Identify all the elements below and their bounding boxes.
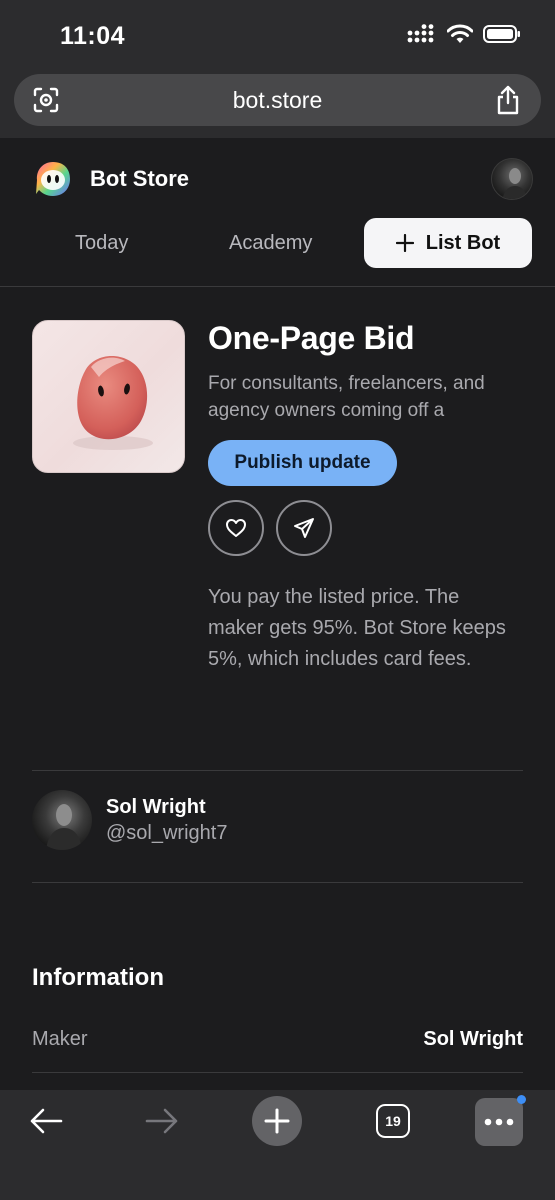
tab-count: 19 — [385, 1113, 401, 1129]
product-blob-illustration — [73, 356, 153, 450]
browser-chrome: bot.store — [0, 70, 555, 138]
tabs-icon: 19 — [376, 1104, 410, 1138]
info-row-value[interactable]: Sol Wright — [423, 1028, 523, 1051]
list-bot-button[interactable]: List Bot — [364, 218, 532, 268]
bot-store-logo — [36, 162, 70, 196]
send-icon — [294, 518, 314, 538]
maker-avatar[interactable] — [32, 790, 92, 850]
divider — [32, 882, 523, 883]
information-heading: Information — [32, 964, 164, 991]
plus-icon — [264, 1108, 290, 1134]
more-icon — [484, 1118, 514, 1126]
divider — [0, 286, 555, 287]
share-icon[interactable] — [495, 85, 521, 115]
signal-icon — [407, 24, 434, 43]
divider — [32, 1072, 523, 1073]
heart-icon — [226, 519, 246, 537]
notification-dot — [517, 1095, 526, 1104]
wifi-icon — [447, 24, 473, 43]
status-bar: 11:04 — [0, 0, 555, 70]
avatar-image — [502, 168, 528, 199]
nav-tab-academy[interactable]: Academy — [229, 232, 312, 255]
status-icons — [407, 24, 521, 44]
maker-handle[interactable]: @sol_wright7 — [106, 822, 227, 845]
url-text[interactable]: bot.store — [14, 87, 541, 114]
address-bar[interactable]: bot.store — [14, 74, 541, 126]
status-time: 11:04 — [60, 22, 126, 50]
more-button[interactable] — [475, 1095, 526, 1146]
tabs-button[interactable]: 19 — [374, 1094, 412, 1148]
forward-arrow-icon — [145, 1108, 178, 1134]
user-avatar[interactable] — [491, 158, 533, 200]
info-row-label: Maker — [32, 1028, 88, 1050]
like-button[interactable] — [208, 500, 264, 556]
browser-toolbar: 19 — [0, 1090, 555, 1200]
fee-note: You pay the listed price. The maker gets… — [208, 586, 506, 670]
nav-tab-today[interactable]: Today — [75, 232, 128, 255]
product-title: One-Page Bid — [208, 320, 415, 356]
avatar-image — [46, 804, 82, 850]
list-bot-label: List Bot — [425, 231, 501, 254]
back-arrow-icon — [30, 1108, 63, 1134]
publish-update-button[interactable]: Publish update — [208, 440, 397, 486]
back-button[interactable] — [22, 1094, 70, 1148]
brand[interactable]: Bot Store — [34, 160, 189, 198]
page-content: Bot Store Today Academy List Bot One-Pag… — [0, 138, 555, 1090]
product-description: For consultants, freelancers, and agency… — [208, 373, 485, 421]
divider — [32, 770, 523, 771]
forward-button[interactable] — [138, 1094, 186, 1148]
plus-icon — [395, 234, 414, 252]
brand-name: Bot Store — [90, 166, 189, 191]
site-nav: Today Academy List Bot — [0, 218, 555, 272]
new-tab-button[interactable] — [252, 1096, 302, 1146]
maker-name[interactable]: Sol Wright — [106, 796, 206, 819]
share-button[interactable] — [276, 500, 332, 556]
battery-icon — [483, 25, 520, 43]
product-image — [32, 320, 185, 473]
